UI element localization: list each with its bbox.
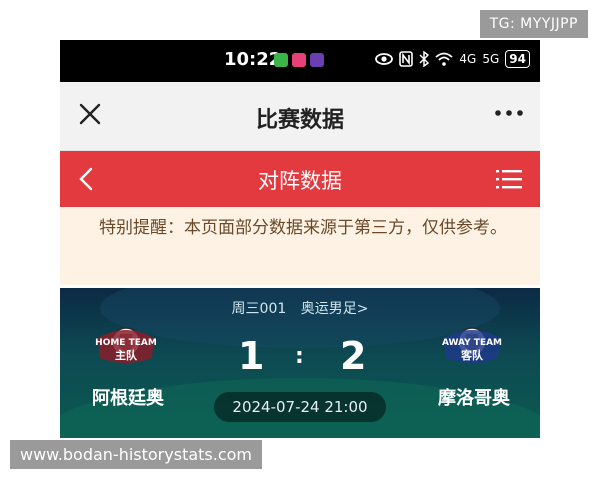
away-badge-sub: 客队 bbox=[460, 348, 484, 362]
menu-list-icon[interactable] bbox=[496, 168, 522, 190]
home-team-name: 阿根廷奥 bbox=[92, 388, 164, 409]
status-app-icons bbox=[274, 53, 324, 67]
section-title: 对阵数据 bbox=[258, 169, 342, 193]
bluetooth-icon bbox=[419, 51, 430, 67]
eye-icon bbox=[375, 53, 394, 65]
page-title: 比赛数据 bbox=[255, 108, 344, 133]
notice-banner: 特别提醒：本页面部分数据来源于第三方，仅供参考。 bbox=[60, 207, 540, 285]
app-icon-green bbox=[274, 53, 288, 67]
watermark-top: TG: MYYJJPP bbox=[479, 10, 588, 38]
home-badge-sub: 主队 bbox=[115, 348, 138, 362]
match-league-row[interactable]: 周三001 奥运男足> bbox=[60, 298, 540, 318]
title-bar: 比赛数据 bbox=[60, 82, 540, 151]
score-separator: : bbox=[295, 344, 304, 369]
status-bar: 10:22 4G 5G 94 bbox=[60, 40, 540, 82]
home-score: 1 bbox=[238, 334, 265, 378]
section-header: 对阵数据 bbox=[60, 151, 540, 207]
wifi-icon bbox=[435, 52, 454, 66]
signal-4g: 4G bbox=[459, 52, 477, 66]
match-code: 周三001 bbox=[231, 301, 287, 317]
status-right: 4G 5G 94 bbox=[375, 50, 530, 68]
away-team-badge: AWAY TEAM 客队 bbox=[442, 327, 502, 363]
phone-screen: 10:22 4G 5G 94 比赛数据 对阵数据 特别提醒：本页面部分数据来源于… bbox=[60, 40, 540, 438]
away-score: 2 bbox=[340, 334, 367, 378]
away-badge-text: AWAY TEAM bbox=[442, 338, 502, 348]
app-icon-pink bbox=[292, 53, 306, 67]
home-team-badge: HOME TEAM 主队 bbox=[95, 327, 157, 363]
match-card: 周三001 奥运男足> HOME TEAM 主队 阿根廷奥 1 : 2 AWAY… bbox=[60, 288, 540, 438]
app-icon-purple bbox=[310, 53, 324, 67]
watermark-bottom: www.bodan-historystats.com bbox=[10, 440, 263, 469]
nfc-icon bbox=[399, 51, 414, 67]
signal-5g: 5G bbox=[482, 52, 500, 66]
match-datetime: 2024-07-24 21:00 bbox=[214, 392, 386, 422]
league-link[interactable]: 奥运男足> bbox=[301, 301, 369, 317]
away-team-name: 摩洛哥奥 bbox=[438, 388, 510, 409]
more-icon[interactable] bbox=[492, 96, 526, 130]
battery-indicator: 94 bbox=[505, 50, 530, 68]
home-badge-text: HOME TEAM bbox=[95, 338, 157, 348]
status-time: 10:22 bbox=[224, 49, 282, 70]
notice-text: 特别提醒：本页面部分数据来源于第三方，仅供参考。 bbox=[99, 218, 507, 238]
